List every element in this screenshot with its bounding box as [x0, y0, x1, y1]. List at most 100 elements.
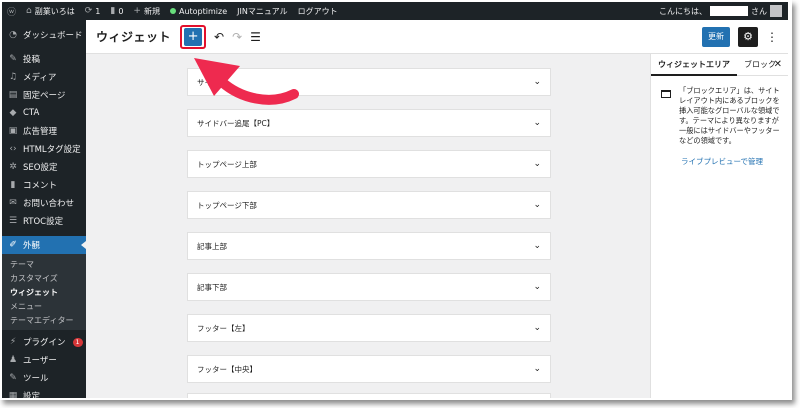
dashboard-icon: ◔: [9, 30, 17, 40]
refresh-icon: ⟳: [84, 6, 93, 16]
sidebar-item-label: RTOC設定: [23, 217, 64, 227]
sidebar-item-label: 固定ページ: [23, 91, 66, 101]
chevron-down-icon[interactable]: ⌄: [533, 282, 541, 292]
site-name: 副業いろは: [34, 6, 75, 16]
widget-area-item[interactable]: トップページ上部 ⌄: [187, 150, 551, 178]
wordpress-logo-icon[interactable]: ⓦ: [2, 2, 21, 20]
chevron-down-icon[interactable]: ⌄: [533, 241, 541, 251]
sidebar-item-settings[interactable]: ▦ 設定: [2, 387, 86, 398]
new-content-link[interactable]: + 新規: [128, 2, 165, 20]
sidebar-item-appearance[interactable]: ✐ 外観: [2, 236, 86, 254]
block-area-icon: [661, 90, 671, 98]
tag-icon: ◆: [9, 108, 17, 118]
sidebar-item-label: コメント: [23, 181, 58, 191]
sidebar-item-cta[interactable]: ◆ CTA: [2, 104, 86, 122]
redo-icon[interactable]: ↷: [232, 30, 242, 44]
logout-link[interactable]: ログアウト: [293, 2, 343, 20]
comment-icon: ▮: [10, 180, 16, 190]
sidebar-item-tools[interactable]: ✎ ツール: [2, 369, 86, 387]
add-block-highlight: +: [180, 24, 207, 49]
submenu-item-customize[interactable]: カスタマイズ: [2, 271, 86, 285]
chevron-down-icon[interactable]: ⌄: [533, 200, 541, 210]
sidebar-item-pages[interactable]: ▤ 固定ページ: [2, 86, 86, 104]
redacted-username: [710, 6, 748, 16]
plugins-update-badge: 1: [72, 337, 83, 347]
sidebar-item-ads[interactable]: ▣ 広告管理: [2, 122, 86, 140]
autoptimize-link[interactable]: Autoptimize: [165, 2, 232, 20]
avatar: [770, 5, 782, 17]
page-icon: ▤: [8, 90, 18, 100]
screenshot-frame: ⓦ ⌂ 副業いろは ⟳ 1 ▮ 0 + 新規 Autoptimize JINマニ…: [0, 0, 792, 400]
sidebar-item-media[interactable]: ♫ メディア: [2, 68, 86, 86]
widget-area-title: サイドバー追尾【PC】: [197, 118, 275, 128]
submenu-item-theme[interactable]: テーマ: [2, 257, 86, 271]
sidebar-item-html-tags[interactable]: ‹› HTMLタグ設定: [2, 140, 86, 158]
greeting-prefix: こんにちは、: [659, 6, 707, 16]
update-button[interactable]: 更新: [702, 26, 730, 47]
updates-count: 1: [95, 6, 101, 16]
widget-area-item[interactable]: 記事下部 ⌄: [187, 273, 551, 301]
wp-admin-screen: ⓦ ⌂ 副業いろは ⟳ 1 ▮ 0 + 新規 Autoptimize JINマニ…: [2, 2, 788, 398]
sidebar-item-label: メディア: [23, 73, 57, 83]
chevron-down-icon[interactable]: ⌄: [533, 77, 541, 87]
chevron-down-icon[interactable]: ⌄: [533, 364, 541, 374]
sidebar-item-posts[interactable]: ✎ 投稿: [2, 50, 86, 68]
plus-icon: +: [133, 6, 141, 16]
widget-area-item[interactable]: サイ ⌄: [187, 68, 551, 96]
site-name-link[interactable]: ⌂ 副業いろは: [21, 2, 80, 20]
widget-area-item[interactable]: 記事上部 ⌄: [187, 232, 551, 260]
comments-link[interactable]: ▮ 0: [105, 2, 128, 20]
list-view-icon[interactable]: ☰: [250, 30, 261, 44]
more-options-icon[interactable]: ⋮: [766, 30, 778, 44]
widget-area-title: 記事上部: [197, 241, 227, 251]
submenu-item-menus[interactable]: メニュー: [2, 299, 86, 313]
status-dot-icon: [169, 8, 176, 14]
sidebar-item-users[interactable]: ♟ ユーザー: [2, 351, 86, 369]
tab-widget-area[interactable]: ウィジェットエリア: [651, 54, 737, 76]
sidebar-item-label: お問い合わせ: [23, 199, 75, 209]
live-preview-link[interactable]: ライブプレビューで管理: [681, 156, 788, 167]
sidebar-item-label: ツール: [23, 374, 49, 384]
header-actions: 更新 ⚙ ⋮: [702, 26, 788, 47]
wrench-icon: ✎: [9, 373, 17, 383]
admin-bar: ⓦ ⌂ 副業いろは ⟳ 1 ▮ 0 + 新規 Autoptimize JINマニ…: [2, 2, 788, 20]
widget-area-item[interactable]: フッター【中央】 ⌄: [187, 355, 551, 383]
chevron-down-icon[interactable]: ⌄: [533, 159, 541, 169]
code-icon: ‹›: [9, 144, 17, 154]
widget-area-item[interactable]: フッター【左】 ⌄: [187, 314, 551, 342]
account-menu[interactable]: こんにちは、 さん: [659, 5, 788, 17]
sidebar-item-comments[interactable]: ▮ コメント: [2, 176, 86, 194]
pin-icon: ✎: [9, 54, 17, 64]
panel-tabs: ウィジェットエリア ブロック ✕: [651, 54, 788, 76]
user-icon: ♟: [8, 355, 18, 365]
chevron-down-icon[interactable]: ⌄: [533, 323, 541, 333]
close-icon[interactable]: ✕: [774, 59, 782, 70]
brush-icon: ✐: [9, 240, 17, 250]
sidebar-item-rtoc[interactable]: ☰ RTOC設定: [2, 212, 86, 230]
comment-icon: ▮: [110, 6, 116, 16]
sidebar-item-label: SEO設定: [23, 163, 58, 173]
widget-area-title: サイ: [197, 77, 212, 87]
add-block-button[interactable]: +: [184, 27, 203, 46]
sidebar-item-label: CTA: [23, 108, 40, 118]
widget-area-item[interactable]: サイドバー追尾【PC】 ⌄: [187, 109, 551, 137]
widget-area-item-partial[interactable]: [187, 393, 551, 398]
sidebar-item-label: プラグイン: [23, 338, 66, 348]
submenu-item-widgets[interactable]: ウィジェット: [2, 285, 86, 299]
chevron-down-icon[interactable]: ⌄: [533, 118, 541, 128]
admin-sidebar: ◔ ダッシュボード ✎ 投稿 ♫ メディア ▤ 固定ページ ◆ CTA ▣ 広告管理 ‹› H…: [2, 20, 86, 398]
jin-manual-link[interactable]: JINマニュアル: [232, 2, 292, 20]
submenu-item-theme-editor[interactable]: テーマエディター: [2, 313, 86, 327]
widget-area-title: 記事下部: [197, 282, 227, 292]
updates-link[interactable]: ⟳ 1: [80, 2, 106, 20]
widget-area-title: フッター【中央】: [197, 364, 257, 374]
autoptimize-label: Autoptimize: [178, 6, 228, 16]
sidebar-item-contact[interactable]: ✉ お問い合わせ: [2, 194, 86, 212]
sidebar-item-seo[interactable]: ✲ SEO設定: [2, 158, 86, 176]
undo-icon[interactable]: ↶: [214, 30, 224, 44]
gear-icon[interactable]: ⚙: [738, 26, 758, 47]
widget-area-item[interactable]: トップページ下部 ⌄: [187, 191, 551, 219]
settings-panel: ウィジェットエリア ブロック ✕ 「ブロックエリア」は、サイトレイアウト内にある…: [650, 54, 788, 398]
sidebar-item-plugins[interactable]: ⚡ プラグイン 1: [2, 333, 86, 351]
sidebar-item-dashboard[interactable]: ◔ ダッシュボード: [2, 26, 86, 44]
